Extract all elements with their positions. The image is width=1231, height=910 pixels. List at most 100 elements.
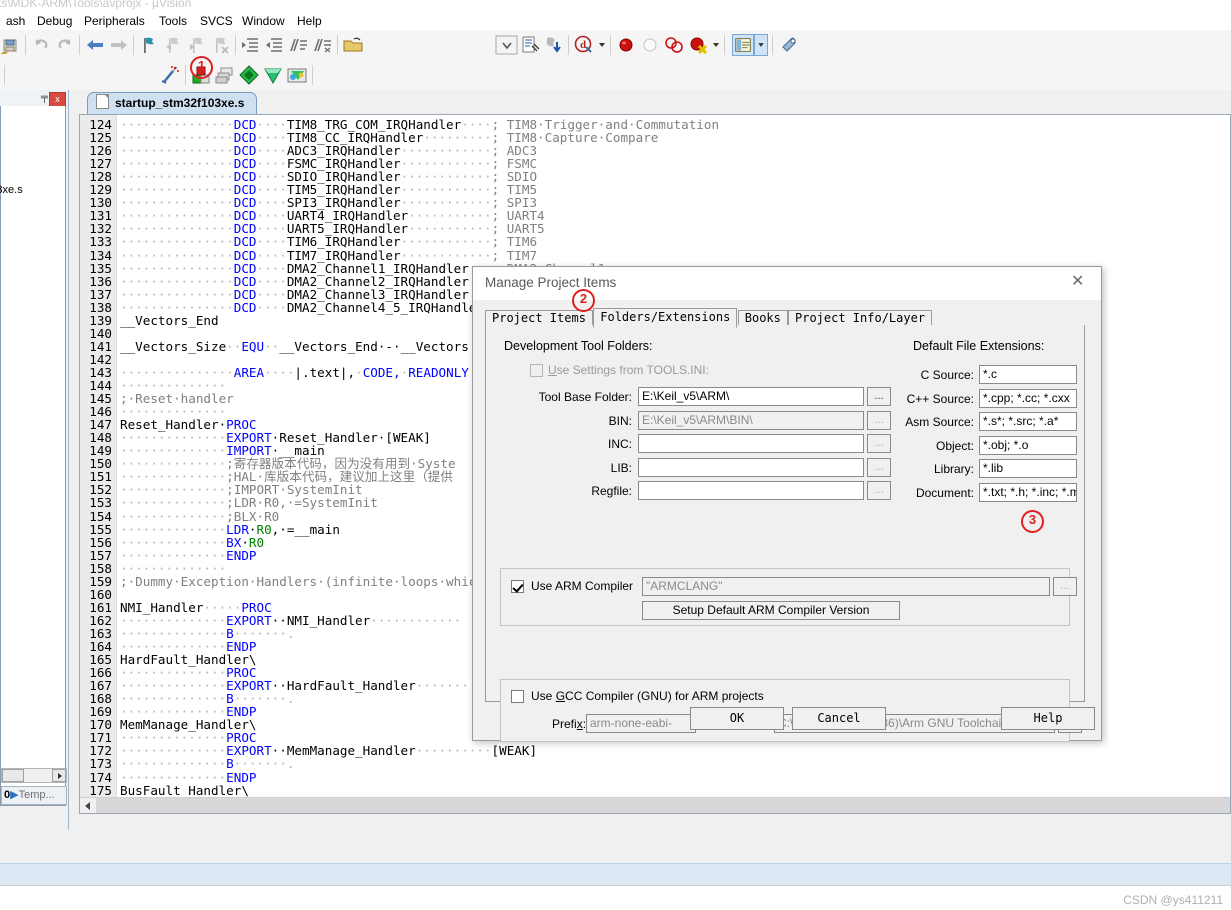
dev-folder-input-0[interactable]: E:\Keil_v5\ARM\ — [638, 387, 864, 406]
dialog-body: Project Items Folders/Extensions Books Proj… — [473, 300, 1101, 742]
dialog-close-button[interactable]: ✕ — [1057, 267, 1101, 298]
ok-button[interactable]: OK — [690, 707, 784, 730]
open-folder-icon[interactable] — [342, 34, 364, 56]
line-number: 154 — [89, 508, 112, 524]
pack-installer-icon[interactable] — [262, 64, 284, 86]
dialog-tab-strip: Project Items Folders/Extensions Books Proj… — [485, 308, 1085, 328]
menu-item-svcs[interactable]: SVCS — [196, 13, 237, 29]
dialog-title-bar: Manage Project Items ✕ — [473, 267, 1101, 300]
line-number: 136 — [89, 273, 112, 289]
comment-lines-icon[interactable] — [288, 34, 310, 56]
dev-folder-label-1: BIN: — [608, 413, 632, 428]
pin-icon[interactable]: ╤ — [41, 92, 48, 103]
use-arm-compiler-checkbox[interactable] — [511, 580, 524, 593]
editor-tab-startup-file[interactable]: startup_stm32f103xe.s — [87, 92, 258, 115]
uncomment-lines-icon[interactable] — [312, 34, 334, 56]
batch-setup-icon[interactable] — [214, 64, 236, 86]
menu-item-peripherals[interactable]: Peripherals — [80, 13, 149, 29]
toolbar-separator — [235, 35, 236, 55]
cancel-button[interactable]: Cancel — [792, 707, 886, 730]
dev-folder-label-0: Tool Base Folder: — [538, 390, 632, 404]
file-ext-input-4[interactable]: *.lib — [979, 459, 1077, 478]
save-all-icon[interactable] — [0, 34, 22, 56]
indent-increase-icon[interactable] — [240, 34, 262, 56]
start-debug-dropdown-icon[interactable] — [596, 34, 608, 56]
help-button[interactable]: Help — [1001, 707, 1095, 730]
window-layout-dropdown-icon[interactable] — [754, 34, 768, 56]
menu-item-debug[interactable]: Debug — [33, 13, 76, 29]
window-layout-icon[interactable] — [732, 34, 754, 56]
file-ext-input-1[interactable]: *.cpp; *.cc; *.cxx — [979, 388, 1077, 408]
close-icon[interactable]: x — [49, 92, 66, 107]
template-wizard-icon[interactable] — [160, 64, 182, 86]
menu-item-tools[interactable]: Tools — [155, 13, 191, 29]
code-line-text: __Vectors_End — [120, 312, 219, 328]
configure-target-icon[interactable] — [519, 34, 541, 56]
arm-compiler-browse-button[interactable]: ... — [1053, 577, 1077, 596]
disable-breakpoint-icon[interactable] — [639, 34, 661, 56]
setup-default-arm-compiler-version-button[interactable]: Setup Default ARM Compiler Version — [642, 601, 900, 620]
use-arm-compiler-label: Use ARM Compiler — [531, 579, 634, 593]
gcc-mnemonic: G — [555, 689, 566, 703]
manage-runtime-env-icon[interactable] — [286, 64, 308, 86]
dev-tool-folders-label: Development Tool Folders: — [504, 339, 653, 353]
file-ext-input-5[interactable]: *.txt; *.h; *.inc; *.md — [979, 482, 1077, 502]
navigate-back-icon[interactable] — [84, 34, 106, 56]
indent-decrease-icon[interactable] — [264, 34, 286, 56]
project-tree-item[interactable]: 2f103xe.s — [0, 184, 23, 196]
undo-icon[interactable] — [30, 34, 52, 56]
dialog-tab-folders-extensions[interactable]: Folders/Extensions — [593, 308, 738, 328]
bookmark-clear-icon[interactable] — [210, 34, 232, 56]
use-tools-ini-checkbox[interactable] — [530, 364, 543, 377]
project-panel-tab[interactable]: 0▶Temp... — [1, 786, 67, 805]
settings-wrench-icon[interactable] — [778, 34, 800, 56]
file-ext-input-2[interactable]: *.s*; *.src; *.a* — [979, 412, 1077, 431]
bookmark-next-icon[interactable] — [186, 34, 208, 56]
breakpoint-dropdown-icon[interactable] — [710, 34, 722, 56]
dev-folder-input-1[interactable]: E:\Keil_v5\ARM\BIN\ — [638, 410, 864, 430]
dev-folder-input-4[interactable] — [638, 481, 864, 500]
bookmark-prev-icon[interactable] — [162, 34, 184, 56]
target-options-icon[interactable] — [238, 64, 260, 86]
kill-all-breakpoints-icon[interactable] — [687, 34, 709, 56]
navigate-forward-icon[interactable] — [108, 34, 130, 56]
editor-hscrollbar[interactable] — [80, 797, 1230, 813]
dev-folder-input-3[interactable] — [638, 457, 864, 477]
menu-item-ash[interactable]: ash — [2, 13, 29, 29]
use-gcc-compiler-text: CC Compiler (GNU) for ARM projects — [565, 689, 764, 703]
code-line: 131 ···············DCD····UART4_IRQHandle… — [80, 209, 1230, 222]
line-number: 158 — [89, 560, 112, 576]
scroll-right-icon[interactable] — [52, 769, 66, 782]
code-line-text: ;·Dummy·Exception·Handlers·(infinite·loo… — [120, 573, 484, 589]
line-number: 141 — [89, 338, 112, 354]
scrollbar-thumb[interactable] — [2, 769, 24, 782]
menu-item-window[interactable]: Window — [238, 13, 289, 29]
disable-all-breakpoints-icon[interactable] — [663, 34, 685, 56]
menu-item-help[interactable]: Help — [293, 13, 326, 29]
insert-breakpoint-icon[interactable] — [615, 34, 637, 56]
dev-folder-input-2[interactable] — [638, 434, 864, 453]
start-debug-icon[interactable]: d — [573, 34, 595, 56]
redo-icon[interactable] — [54, 34, 76, 56]
combo-dropdown-icon[interactable] — [495, 34, 519, 56]
scroll-left-icon[interactable] — [80, 798, 95, 813]
bookmark-toggle-icon[interactable] — [138, 34, 160, 56]
gcc-prefix-mnemonic: x — [576, 717, 583, 731]
window-title-bar: ts\MDK-ARM\Tools\avprojx - µVision — [0, 0, 1231, 11]
line-number: 162 — [89, 612, 112, 628]
scrollbar-track[interactable] — [96, 798, 1230, 813]
gcc-prefix-label: Prefix: — [552, 717, 587, 731]
annotation-marker-1: 1 — [190, 56, 213, 79]
code-line: 128 ···············DCD····SDIO_IRQHandler… — [80, 170, 1230, 183]
file-ext-input-0[interactable]: *.c — [979, 365, 1077, 384]
gcc-prefix-value[interactable]: arm-none-eabi- — [586, 714, 696, 733]
project-tree[interactable]: 2f103xe.s 0▶Temp... — [0, 106, 67, 806]
folders-extensions-pane: Development Tool Folders: Use Settings f… — [485, 325, 1085, 742]
use-gcc-compiler-checkbox[interactable] — [511, 690, 524, 703]
arm-compiler-value[interactable]: "ARMCLANG" — [642, 577, 1050, 596]
manage-project-items-dialog: Manage Project Items ✕ Project Items Fold… — [472, 266, 1102, 742]
project-panel-hscrollbar[interactable] — [1, 768, 67, 783]
file-ext-input-3[interactable]: *.obj; *.o — [979, 435, 1077, 455]
line-number: 133 — [89, 234, 112, 250]
find-in-files-icon[interactable] — [543, 34, 565, 56]
